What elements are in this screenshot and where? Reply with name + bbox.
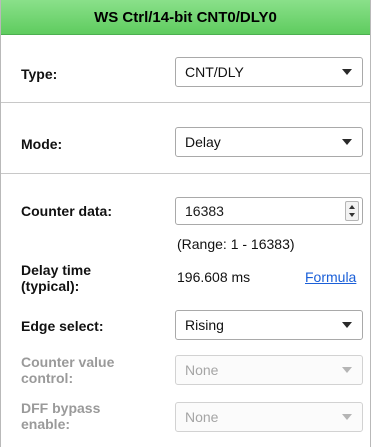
type-label: Type: [21, 66, 58, 82]
formula-link[interactable]: Formula [305, 269, 356, 285]
chevron-down-icon [342, 414, 352, 420]
dff-bypass-value: None [185, 409, 219, 425]
dff-bypass-label-line1: DFF bypass [21, 400, 101, 416]
edge-select-label: Edge select: [21, 318, 104, 334]
properties-panel: WS Ctrl/14-bit CNT0/DLY0 Type: CNT/DLY M… [0, 0, 371, 447]
dff-bypass-select[interactable]: None [175, 402, 363, 432]
mode-select-value: Delay [185, 134, 221, 150]
mode-label: Mode: [21, 136, 63, 152]
mode-select[interactable]: Delay [175, 127, 363, 157]
edge-select[interactable]: Rising [175, 310, 363, 340]
dff-bypass-label: DFF bypass enable: [21, 400, 100, 432]
divider [1, 173, 370, 174]
spin-up-icon[interactable] [349, 205, 355, 209]
spin-down-icon[interactable] [349, 213, 355, 217]
counter-value-control-select[interactable]: None [175, 355, 363, 385]
panel-title: WS Ctrl/14-bit CNT0/DLY0 [1, 0, 370, 35]
counter-data-input[interactable]: 16383 [175, 197, 363, 225]
counter-data-value: 16383 [185, 203, 224, 219]
counter-value-control-label: Counter value control: [21, 354, 114, 386]
counter-range-text: (Range: 1 - 16383) [177, 236, 295, 252]
delay-time-label-line2: (typical): [21, 278, 80, 294]
chevron-down-icon [342, 139, 352, 145]
delay-time-value: 196.608 ms [177, 269, 251, 285]
type-select[interactable]: CNT/DLY [175, 57, 363, 87]
panel-title-text: WS Ctrl/14-bit CNT0/DLY0 [94, 8, 277, 26]
counter-value-control-label-line1: Counter value [21, 354, 115, 370]
counter-value-control-value: None [185, 362, 219, 378]
chevron-down-icon [342, 367, 352, 373]
counter-value-control-label-line2: control: [21, 370, 74, 386]
divider [1, 102, 370, 103]
chevron-down-icon [342, 69, 352, 75]
counter-data-label: Counter data: [21, 203, 112, 219]
delay-time-label: Delay time (typical): [21, 262, 91, 294]
type-select-value: CNT/DLY [185, 64, 244, 80]
dff-bypass-label-line2: enable: [21, 416, 71, 432]
chevron-down-icon [342, 322, 352, 328]
spin-arrows-icon[interactable] [345, 201, 359, 221]
delay-time-label-line1: Delay time [21, 262, 92, 278]
edge-select-value: Rising [185, 317, 224, 333]
